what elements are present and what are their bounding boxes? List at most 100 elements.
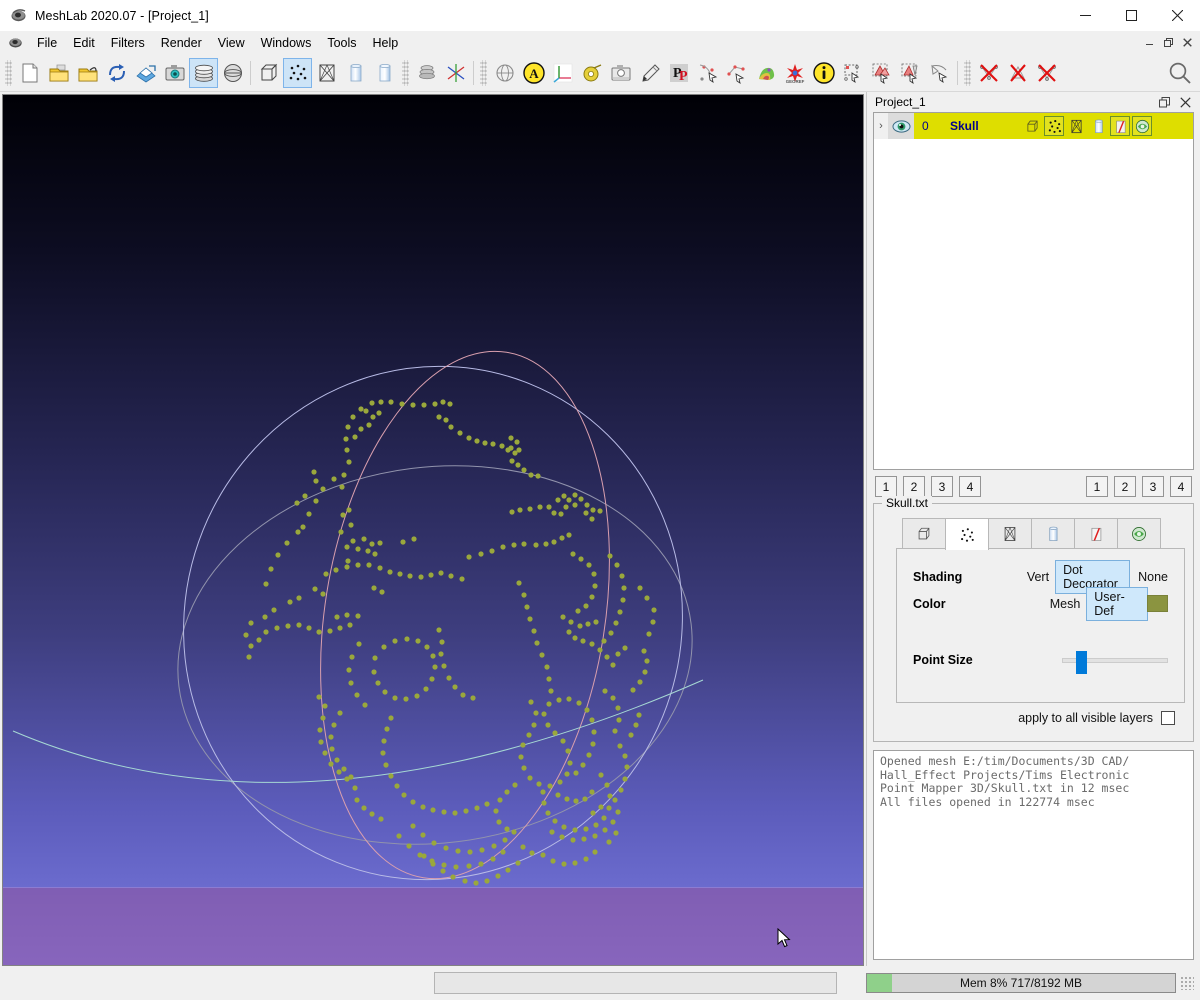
menu-filters[interactable]: Filters (103, 33, 153, 53)
open-project-icon[interactable] (44, 58, 73, 88)
right-button-2[interactable]: 2 (1114, 476, 1136, 497)
svg-text:A: A (529, 66, 539, 81)
toolbar-grip[interactable] (5, 60, 12, 86)
letter-a-circle-icon[interactable]: A (519, 58, 548, 88)
paintbrush-icon[interactable] (635, 58, 664, 88)
shading-none-label[interactable]: None (1138, 570, 1168, 584)
expand-chevron-icon[interactable]: › (874, 113, 888, 139)
polyline-picker-icon[interactable] (722, 58, 751, 88)
apply-all-checkbox[interactable] (1161, 711, 1175, 725)
mesh-stack-icon[interactable] (412, 58, 441, 88)
vertex-select-icon[interactable] (896, 58, 925, 88)
menu-view[interactable]: View (210, 33, 253, 53)
axis-cross-icon[interactable] (441, 58, 470, 88)
right-button-4[interactable]: 4 (1170, 476, 1192, 497)
layer-flat-lines-icon[interactable] (1088, 116, 1108, 136)
meshlab-logo-icon (10, 7, 27, 24)
mdi-close-button[interactable] (1179, 35, 1196, 51)
maximize-button[interactable] (1108, 0, 1154, 31)
new-document-icon[interactable] (15, 58, 44, 88)
delete-faces-icon[interactable] (1003, 58, 1032, 88)
right-button-1[interactable]: 1 (1086, 476, 1108, 497)
info-circle-icon[interactable] (809, 58, 838, 88)
flat-lines-icon[interactable] (341, 58, 370, 88)
pickpoints-icon[interactable]: P P (664, 58, 693, 88)
smooth-shading-icon[interactable] (370, 58, 399, 88)
mdi-minimize-button[interactable] (1141, 35, 1158, 51)
arrow-select-icon[interactable] (925, 58, 954, 88)
gl-canvas[interactable] (3, 95, 863, 965)
left-button-1[interactable]: 1 (875, 476, 897, 497)
global-axis-icon[interactable] (218, 58, 247, 88)
apply-all-label: apply to all visible layers (1018, 711, 1153, 725)
tab-flat-lines[interactable] (1031, 518, 1075, 548)
3d-viewport[interactable]: FOV: 60 FPS: 73.5 BO_RENDERING Mesh: Sku… (2, 94, 864, 966)
resize-grip[interactable] (1180, 976, 1194, 990)
tab-smooth[interactable] (1074, 518, 1118, 548)
log-panel[interactable]: Opened mesh E:/tim/Documents/3D CAD/ Hal… (873, 750, 1194, 960)
layer-points-icon[interactable] (1044, 116, 1064, 136)
tab-bounding-box[interactable] (902, 518, 946, 548)
raster-align-icon[interactable] (606, 58, 635, 88)
layer-smooth-icon[interactable] (1110, 116, 1130, 136)
point-size-slider[interactable] (1062, 651, 1168, 669)
close-button[interactable] (1154, 0, 1200, 31)
wireframe-icon[interactable] (312, 58, 341, 88)
toolbar-grip-4[interactable] (964, 60, 971, 86)
render-mode-tabs (902, 518, 1185, 548)
eye-icon[interactable] (888, 113, 914, 139)
snapshot-icon[interactable] (160, 58, 189, 88)
toolbar-grip-3[interactable] (480, 60, 487, 86)
layer-wireframe-icon[interactable] (1066, 116, 1086, 136)
left-button-4[interactable]: 4 (959, 476, 981, 497)
menu-render[interactable]: Render (153, 33, 210, 53)
tab-texture[interactable] (1117, 518, 1161, 548)
menu-windows[interactable]: Windows (253, 33, 320, 53)
layer-list[interactable]: › 0 Skull (873, 112, 1194, 470)
user-def-button[interactable]: User-Def (1086, 587, 1148, 621)
left-button-2[interactable]: 2 (903, 476, 925, 497)
layer-name[interactable]: Skull (950, 119, 1022, 133)
axes-widget-icon[interactable] (548, 58, 577, 88)
tab-wireframe[interactable] (988, 518, 1032, 548)
layer-bounding-box-icon[interactable] (1022, 116, 1042, 136)
menu-tools[interactable]: Tools (319, 33, 364, 53)
toolbar-grip-2[interactable] (402, 60, 409, 86)
delete-faces-vertices-icon[interactable] (1032, 58, 1061, 88)
import-mesh-icon[interactable] (73, 58, 102, 88)
reload-icon[interactable] (102, 58, 131, 88)
search-icon[interactable] (1162, 58, 1198, 88)
face-select-icon[interactable] (867, 58, 896, 88)
layer-texture-icon[interactable] (1132, 116, 1152, 136)
title-bar: MeshLab 2020.07 - [Project_1] (0, 0, 1200, 31)
mouse-cursor-icon (777, 928, 791, 948)
delete-vertices-icon[interactable] (974, 58, 1003, 88)
close-dock-icon[interactable] (1179, 96, 1192, 109)
tab-points[interactable] (945, 518, 989, 550)
left-button-3[interactable]: 3 (931, 476, 953, 497)
right-button-3[interactable]: 3 (1142, 476, 1164, 497)
menu-edit[interactable]: Edit (65, 33, 103, 53)
float-dock-icon[interactable] (1158, 96, 1171, 109)
show-layers-icon[interactable] (189, 58, 218, 88)
mdi-restore-button[interactable] (1160, 35, 1177, 51)
sphere-icon[interactable] (490, 58, 519, 88)
color-label: Color (913, 597, 1050, 611)
rect-select-icon[interactable] (838, 58, 867, 88)
mdi-window-controls (1141, 35, 1200, 51)
menu-logo-icon (8, 35, 23, 50)
menu-help[interactable]: Help (365, 33, 407, 53)
points-icon[interactable] (283, 58, 312, 88)
quality-mapper-icon[interactable] (751, 58, 780, 88)
minimize-button[interactable] (1062, 0, 1108, 31)
color-swatch[interactable] (1147, 595, 1168, 612)
slider-handle[interactable] (1076, 651, 1087, 674)
color-row: Color Mesh User-Def (913, 590, 1168, 617)
georef-icon[interactable]: GEOREF (780, 58, 809, 88)
measure-tape-icon[interactable] (577, 58, 606, 88)
menu-file[interactable]: File (29, 33, 65, 53)
save-mesh-icon[interactable] (131, 58, 160, 88)
bounding-box-icon[interactable] (254, 58, 283, 88)
point-picker-icon[interactable] (693, 58, 722, 88)
layer-row[interactable]: › 0 Skull (874, 113, 1193, 139)
